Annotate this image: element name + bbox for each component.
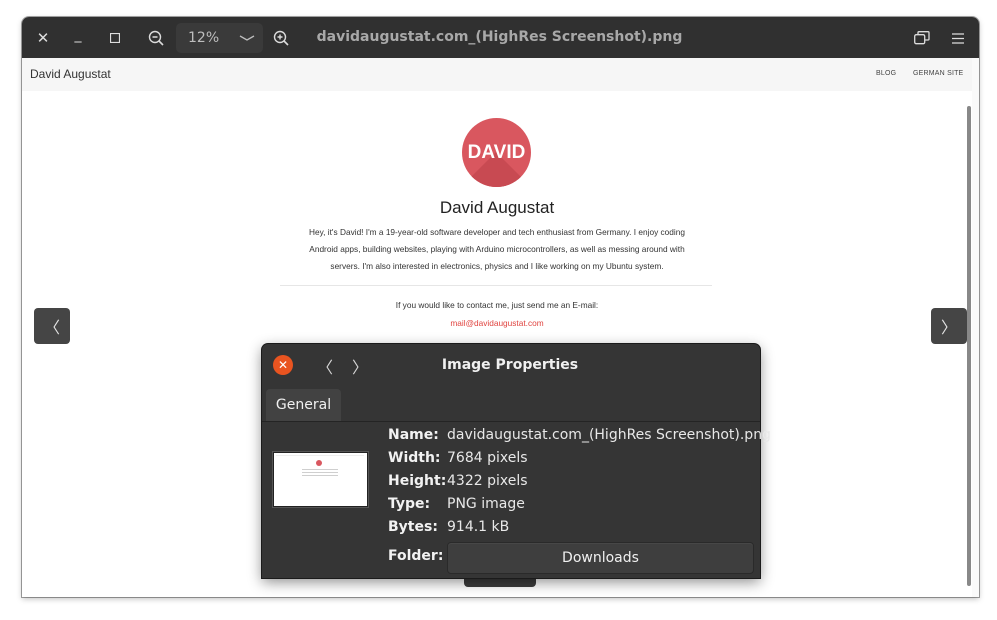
maximize-icon — [110, 33, 120, 43]
zoom-level-value: 12% — [188, 30, 220, 46]
title-bar: ✕ _ 12% davidaugustat.com_(HighRes Scree… — [22, 17, 979, 58]
minimize-icon: _ — [74, 27, 82, 43]
open-folder-button[interactable]: Downloads — [447, 542, 754, 574]
property-value-name: davidaugustat.com_(HighRes Screenshot).p… — [447, 427, 771, 443]
property-value-bytes: 914.1 kB — [447, 519, 510, 535]
chevron-right-icon: 〉 — [940, 318, 957, 337]
image-thumbnail — [273, 452, 368, 507]
nav-link-german-site: GERMAN SITE — [913, 70, 964, 77]
dialog-close-button[interactable]: ✕ — [273, 355, 293, 375]
dialog-next-button[interactable]: 〉 — [349, 355, 371, 377]
dialog-header: ✕ 〈 〉 Image Properties — [262, 344, 760, 388]
avatar: DAVID — [462, 118, 531, 187]
avatar-text: DAVID — [467, 141, 526, 163]
property-label-folder: Folder: — [388, 548, 444, 564]
hero-heading: David Augustat — [439, 198, 555, 217]
property-value-height: 4322 pixels — [447, 473, 528, 489]
image-properties-dialog: ✕ 〈 〉 Image Properties General Name: dav… — [262, 344, 771, 578]
chevron-right-icon: 〉 — [351, 358, 368, 377]
next-image-button[interactable]: 〉 — [931, 308, 967, 344]
bio-line: Android apps, building websites, playing… — [309, 244, 685, 254]
nav-link-blog: BLOG — [876, 70, 897, 77]
property-label-name: Name: — [388, 427, 439, 443]
close-button[interactable]: ✕ — [28, 23, 58, 53]
hamburger-menu-icon — [952, 32, 964, 44]
tab-general[interactable]: General — [266, 389, 341, 421]
contact-text: If you would like to contact me, just se… — [395, 300, 599, 310]
window-title: davidaugustat.com_(HighRes Screenshot).p… — [316, 29, 683, 45]
main-menu-button[interactable] — [943, 23, 973, 53]
maximize-button[interactable] — [100, 23, 130, 53]
site-header: David Augustat BLOG GERMAN SITE — [22, 58, 972, 91]
vertical-scrollbar[interactable] — [967, 106, 971, 586]
property-label-bytes: Bytes: — [388, 519, 438, 535]
bio-text: Hey, it's David! I'm a 19-year-old softw… — [277, 224, 717, 275]
minimize-button[interactable]: _ — [63, 23, 93, 53]
property-value-type: PNG image — [447, 496, 525, 512]
divider — [280, 285, 712, 286]
bio-line: servers. I'm also interested in electron… — [330, 261, 664, 271]
chevron-left-icon: 〈 — [316, 358, 333, 377]
fit-window-button[interactable] — [907, 23, 937, 53]
property-value-width: 7684 pixels — [447, 450, 528, 466]
dialog-title: Image Properties — [441, 357, 579, 373]
email-link: mail@davidaugustat.com — [450, 318, 544, 328]
close-icon: ✕ — [277, 358, 289, 372]
zoom-out-icon — [148, 30, 164, 46]
bio-line: Hey, it's David! I'm a 19-year-old softw… — [309, 227, 685, 237]
chevron-left-icon: 〈 — [43, 318, 60, 337]
dialog-previous-button[interactable]: 〈 — [314, 355, 336, 377]
zoom-level-combo[interactable]: 12% — [176, 23, 263, 53]
close-icon: ✕ — [36, 29, 50, 47]
property-label-width: Width: — [388, 450, 441, 466]
fit-window-icon — [914, 31, 930, 45]
property-label-height: Height: — [388, 473, 447, 489]
property-label-type: Type: — [388, 496, 431, 512]
previous-image-button[interactable]: 〈 — [34, 308, 70, 344]
dialog-tabbar: General — [262, 388, 760, 422]
zoom-out-button[interactable] — [141, 23, 171, 53]
site-name: David Augustat — [30, 67, 111, 81]
